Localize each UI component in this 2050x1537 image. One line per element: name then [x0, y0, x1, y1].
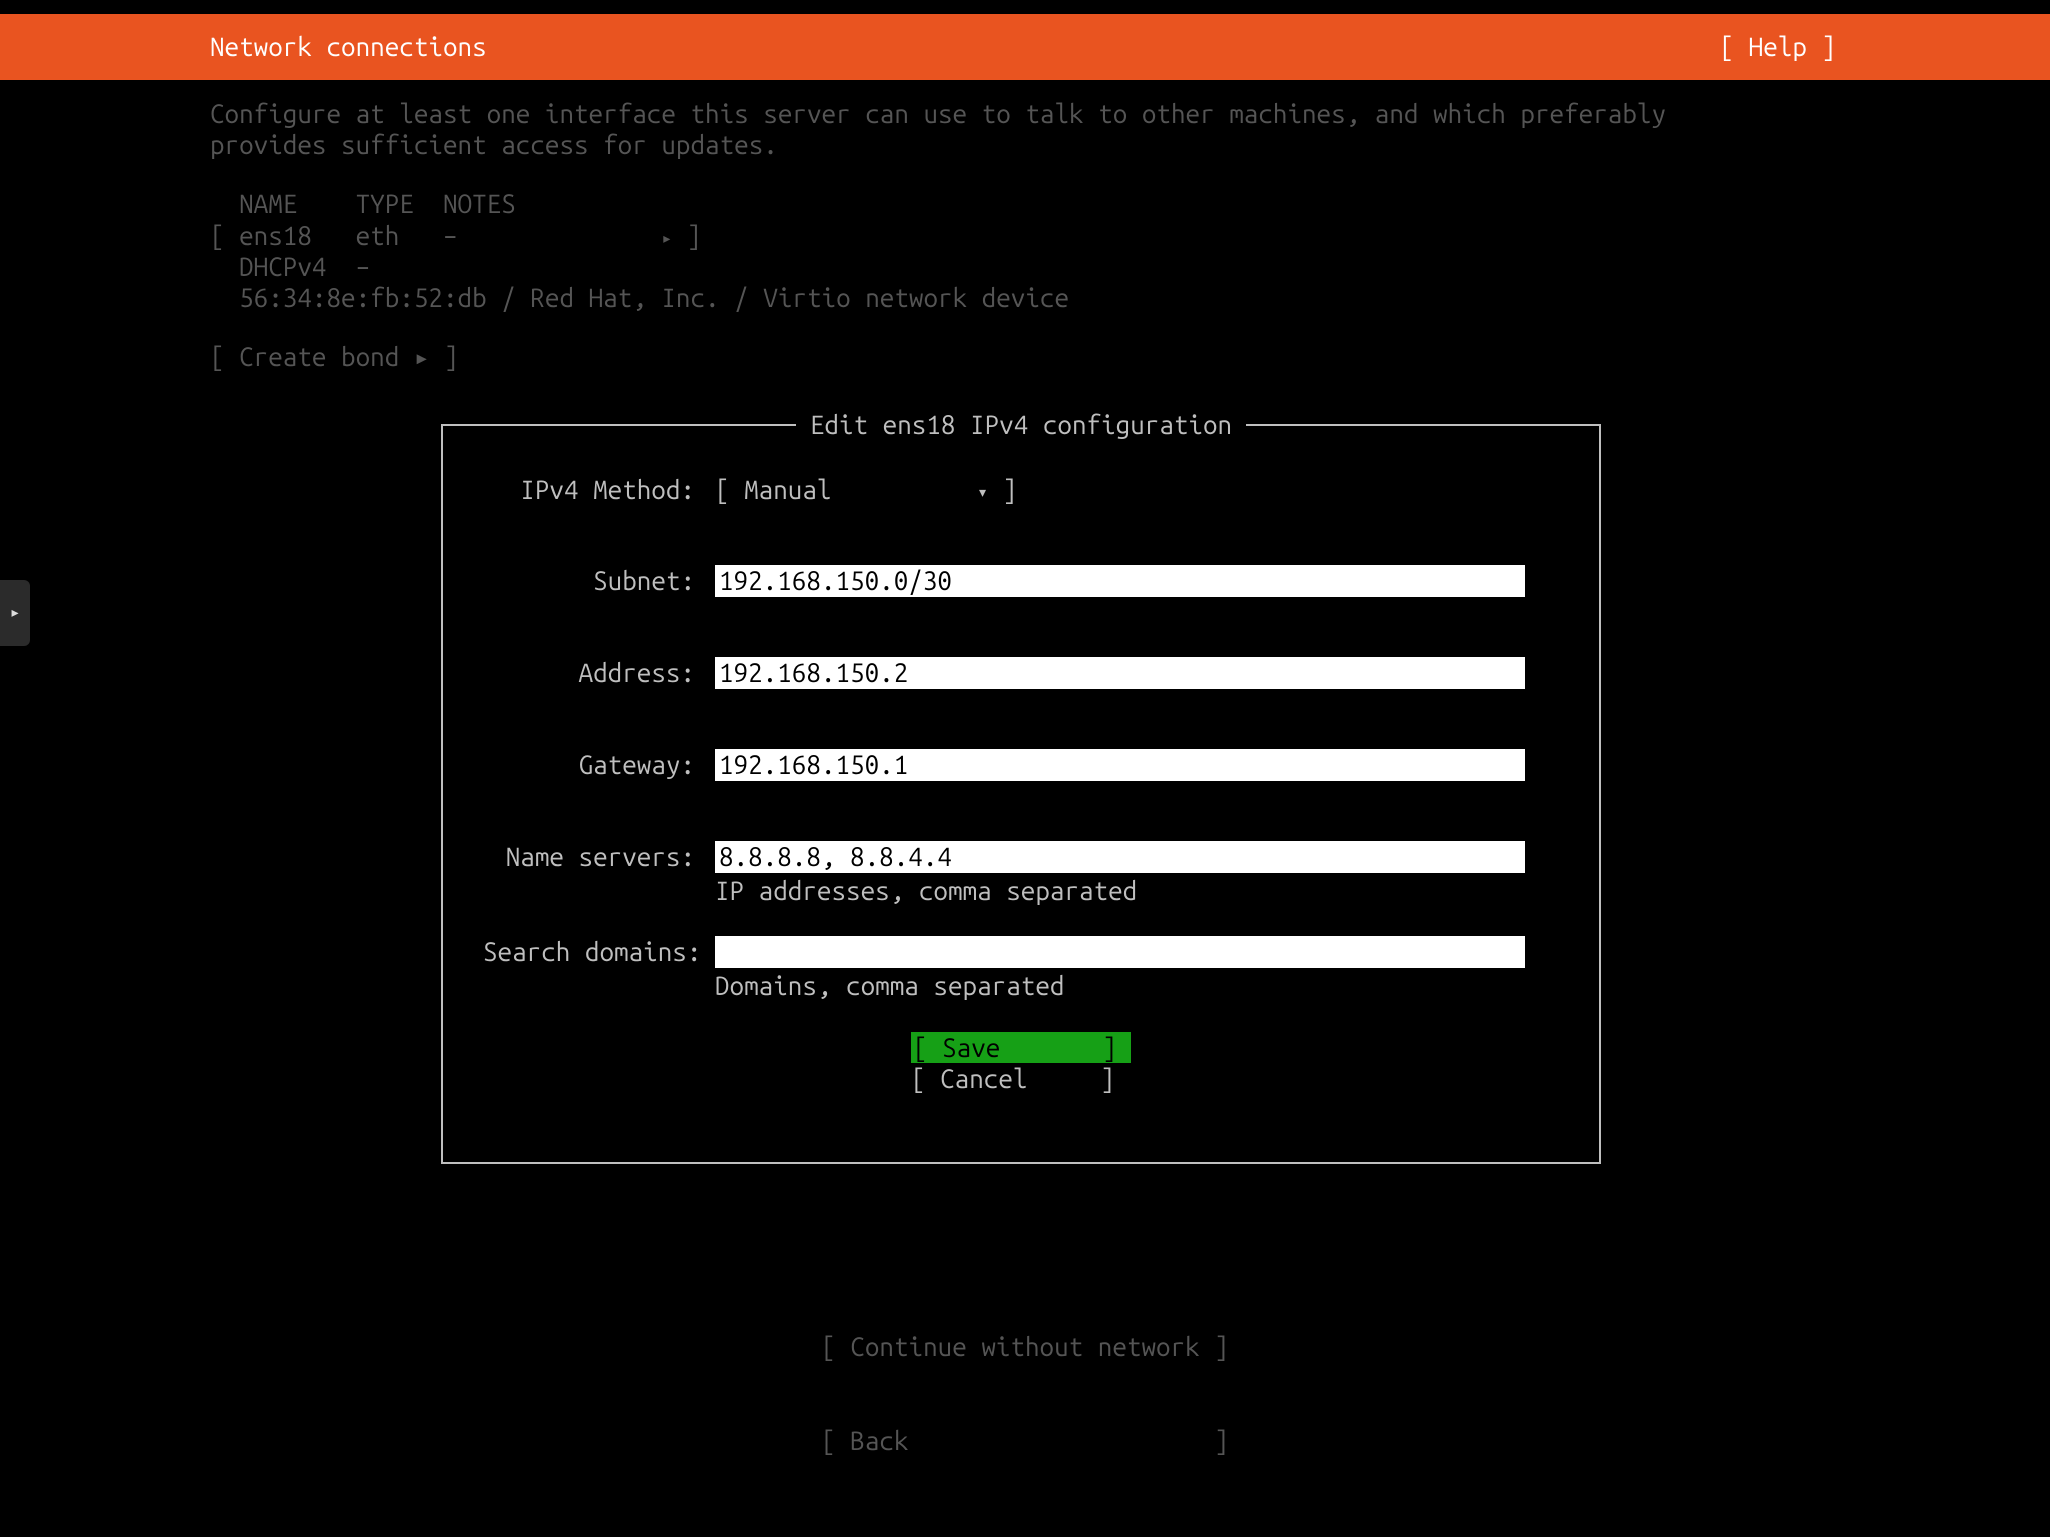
search-domains-label: Search domains:: [483, 936, 715, 967]
name-servers-input[interactable]: [715, 841, 1525, 873]
cancel-button[interactable]: [ Cancel ]: [911, 1063, 1131, 1094]
col-name: NAME: [239, 189, 297, 218]
page-title: Network connections: [210, 31, 487, 62]
subnet-label: Subnet:: [483, 565, 715, 596]
address-label: Address:: [483, 657, 715, 688]
continue-without-network-button[interactable]: [ Continue without network ]: [821, 1332, 1229, 1361]
back-button[interactable]: [ Back ]: [821, 1426, 1229, 1455]
col-type: TYPE: [356, 189, 414, 218]
dhcp-label: DHCPv4: [239, 252, 326, 281]
dialog-title: Edit ens18 IPv4 configuration: [796, 409, 1246, 440]
subnet-input[interactable]: [715, 565, 1525, 597]
chevron-down-icon: ▾: [977, 482, 988, 502]
name-servers-hint: IP addresses, comma separated: [715, 875, 1559, 906]
create-bond-button[interactable]: [ Create bond ▸ ]: [210, 341, 1840, 372]
search-domains-input[interactable]: [715, 936, 1525, 968]
interface-row[interactable]: [ ens18 eth – ▸ ]: [210, 221, 701, 250]
name-servers-label: Name servers:: [483, 841, 715, 872]
chevron-right-icon: ▸: [661, 228, 672, 248]
interface-list: NAME TYPE NOTES [ ens18 eth – ▸ ] DHCPv4…: [210, 188, 1840, 313]
address-input[interactable]: [715, 657, 1525, 689]
footer-buttons: [ Continue without network ] [ Back ]: [0, 1269, 2050, 1487]
iface-detail: 56:34:8e:fb:52:db / Red Hat, Inc. / Virt…: [239, 283, 1069, 312]
intro-text: Configure at least one interface this se…: [210, 98, 1840, 160]
ipv4-method-select[interactable]: [ Manual ▾ ]: [715, 474, 1017, 505]
help-button[interactable]: [ Help ]: [1720, 31, 1836, 62]
edit-ipv4-dialog: Edit ens18 IPv4 configuration IPv4 Metho…: [441, 424, 1601, 1164]
ipv4-method-label: IPv4 Method:: [483, 474, 715, 505]
gateway-input[interactable]: [715, 749, 1525, 781]
search-domains-hint: Domains, comma separated: [715, 970, 1559, 1001]
gateway-label: Gateway:: [483, 749, 715, 780]
chevron-right-icon: ▸: [10, 602, 21, 624]
side-collapse-tab[interactable]: ▸: [0, 580, 30, 646]
header-bar: Network connections [ Help ]: [0, 14, 2050, 80]
save-button[interactable]: [ Save ]: [911, 1032, 1131, 1063]
col-notes: NOTES: [443, 189, 516, 218]
